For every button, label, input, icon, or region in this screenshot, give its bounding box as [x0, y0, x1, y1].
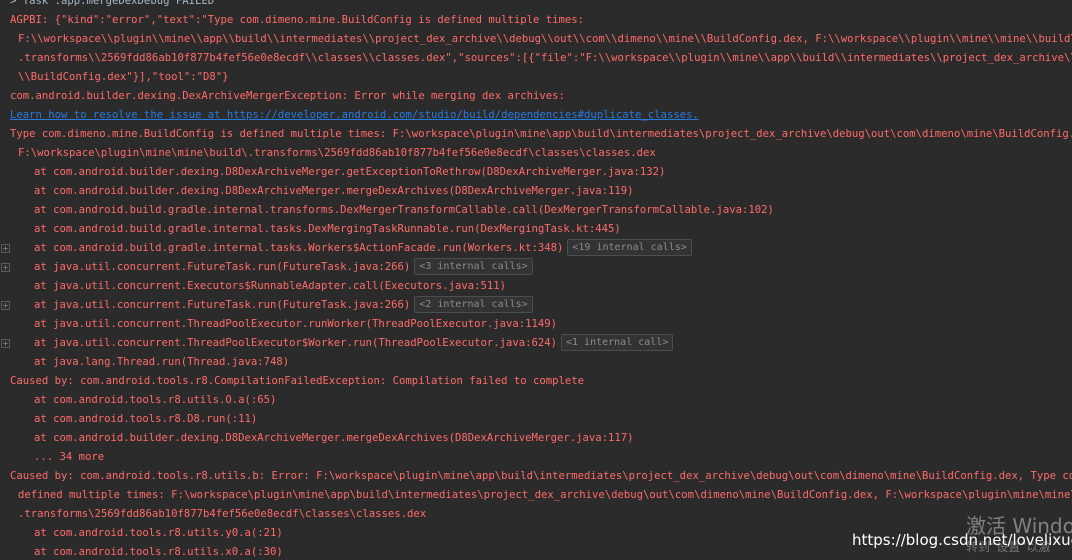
console-line: at com.android.builder.dexing.D8DexArchi… — [0, 429, 1072, 448]
console-text: F:\\workspace\\plugin\\mine\\app\\build\… — [18, 33, 1072, 45]
console-line: > Task :app:mergeDexDebug FAILED — [0, 0, 1072, 11]
stack-frame-text: at java.util.concurrent.ThreadPoolExecut… — [34, 337, 557, 349]
stack-frame-text: at java.lang.Thread.run(Thread.java:748) — [34, 356, 290, 368]
stack-frame-text: at java.util.concurrent.FutureTask.run(F… — [34, 299, 411, 311]
console-line: + at java.util.concurrent.FutureTask.run(… — [0, 258, 1072, 277]
console-line: Learn how to resolve the issue at https:… — [0, 106, 1072, 125]
internal-calls-badge[interactable]: <2 internal calls> — [414, 296, 533, 313]
console-line: .transforms\\2569fdd86ab10f877b4fef56e0e… — [0, 49, 1072, 68]
console-line: + at java.util.concurrent.ThreadPoolExecu… — [0, 334, 1072, 353]
build-output-console[interactable]: > Task :app:mergeDexDebug FAILED AGPBI: {… — [0, 0, 1072, 560]
stack-frame-text: at java.util.concurrent.Executors$Runnab… — [34, 280, 506, 292]
stack-frame-text: at com.android.build.gradle.internal.tra… — [34, 204, 774, 216]
console-line: AGPBI: {"kind":"error","text":"Type com.… — [0, 11, 1072, 30]
documentation-link[interactable]: https://developer.android.com/studio/bui… — [227, 109, 693, 121]
console-line: \\BuildConfig.dex"}],"tool":"D8"} — [0, 68, 1072, 87]
expand-frames-icon[interactable]: + — [1, 339, 10, 348]
console-line: Caused by: com.android.tools.r8.utils.b:… — [0, 467, 1072, 486]
console-text: Caused by: com.android.tools.r8.Compilat… — [10, 375, 585, 387]
stack-frame-text: at com.android.builder.dexing.D8DexArchi… — [34, 432, 634, 444]
stack-frame-text: at com.android.build.gradle.internal.tas… — [34, 223, 621, 235]
stack-frame-text: at com.android.tools.r8.D8.run(:11) — [34, 413, 258, 425]
console-text: Type com.dimeno.mine.BuildConfig is defi… — [10, 128, 1072, 140]
console-line: Type com.dimeno.mine.BuildConfig is defi… — [0, 125, 1072, 144]
expand-frames-icon[interactable]: + — [1, 301, 10, 310]
stack-frame-text: at com.android.builder.dexing.D8DexArchi… — [34, 185, 634, 197]
console-text: Caused by: com.android.tools.r8.utils.b:… — [10, 470, 1072, 482]
console-text: \\BuildConfig.dex"}],"tool":"D8"} — [18, 71, 229, 83]
console-text: > Task :app:mergeDexDebug FAILED — [10, 0, 215, 7]
console-text: defined multiple times: F:\workspace\plu… — [18, 489, 1072, 501]
blog-url-watermark: https://blog.csdn.net/lovelixue — [852, 531, 1072, 549]
stack-frame-text: at com.android.build.gradle.internal.tas… — [34, 242, 564, 254]
console-line: at java.lang.Thread.run(Thread.java:748) — [0, 353, 1072, 372]
console-text: .transforms\\2569fdd86ab10f877b4fef56e0e… — [18, 52, 1072, 64]
console-line: at java.util.concurrent.Executors$Runnab… — [0, 277, 1072, 296]
console-text: Learn how to resolve the issue at https:… — [0, 109, 699, 121]
console-line: defined multiple times: F:\workspace\plu… — [0, 486, 1072, 505]
stack-frame-text: at java.util.concurrent.ThreadPoolExecut… — [34, 318, 557, 330]
console-line: F:\workspace\plugin\mine\mine\build\.tra… — [0, 144, 1072, 163]
console-line: com.android.builder.dexing.DexArchiveMer… — [0, 87, 1072, 106]
console-line: at com.android.build.gradle.internal.tra… — [0, 201, 1072, 220]
console-line: Caused by: com.android.tools.r8.Compilat… — [0, 372, 1072, 391]
expand-frames-icon[interactable]: + — [1, 244, 10, 253]
stack-frame-text: ... 34 more — [34, 451, 105, 463]
stack-frame-text: at java.util.concurrent.FutureTask.run(F… — [34, 261, 411, 273]
console-line: at com.android.tools.r8.D8.run(:11) — [0, 410, 1072, 429]
internal-calls-badge[interactable]: <3 internal calls> — [414, 258, 533, 275]
console-line: .transforms\2569fdd86ab10f877b4fef56e0e8… — [0, 505, 1072, 524]
console-line: F:\\workspace\\plugin\\mine\\app\\build\… — [0, 30, 1072, 49]
console-text: .transforms\2569fdd86ab10f877b4fef56e0e8… — [18, 508, 427, 520]
console-line: + at com.android.build.gradle.internal.ta… — [0, 239, 1072, 258]
console-text: com.android.builder.dexing.DexArchiveMer… — [10, 90, 565, 102]
console-line: at com.android.build.gradle.internal.tas… — [0, 220, 1072, 239]
expand-frames-icon[interactable]: + — [1, 263, 10, 272]
stack-frame-text: at com.android.tools.r8.utils.y0.a(:21) — [34, 527, 283, 539]
console-line: ... 34 more — [0, 448, 1072, 467]
internal-calls-badge[interactable]: <19 internal calls> — [567, 239, 692, 256]
link-prefix-text: Learn how to resolve the issue at — [10, 109, 227, 121]
stack-frame-text: at com.android.tools.r8.utils.O.a(:65) — [34, 394, 277, 406]
stack-frame-text: at com.android.tools.r8.utils.x0.a(:30) — [34, 546, 283, 558]
console-text: F:\workspace\plugin\mine\mine\build\.tra… — [18, 147, 656, 159]
console-text: AGPBI: {"kind":"error","text":"Type com.… — [10, 14, 585, 26]
console-line: at com.android.builder.dexing.D8DexArchi… — [0, 182, 1072, 201]
stack-frame-text: at com.android.builder.dexing.D8DexArchi… — [34, 166, 666, 178]
console-line: at java.util.concurrent.ThreadPoolExecut… — [0, 315, 1072, 334]
console-line: at com.android.builder.dexing.D8DexArchi… — [0, 163, 1072, 182]
internal-calls-badge[interactable]: <1 internal call> — [561, 334, 674, 351]
link-suffix-text: . — [692, 109, 699, 121]
console-line: at com.android.tools.r8.utils.O.a(:65) — [0, 391, 1072, 410]
console-line: + at java.util.concurrent.FutureTask.run(… — [0, 296, 1072, 315]
